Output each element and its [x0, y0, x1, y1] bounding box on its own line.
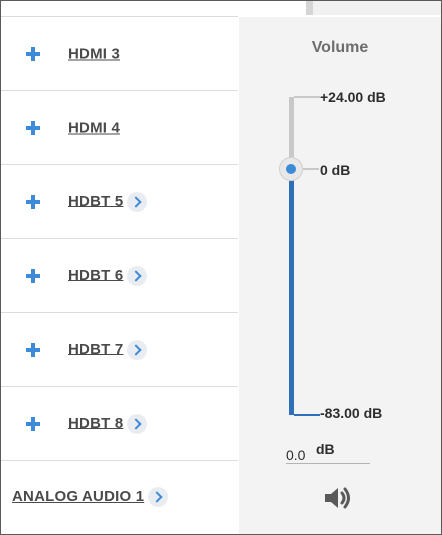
zero-tick: [301, 168, 319, 170]
input-link[interactable]: HDMI 3: [68, 45, 120, 62]
input-link[interactable]: HDBT 5: [68, 192, 123, 209]
max-tick: [294, 96, 320, 98]
volume-max-label: +24.00 dB: [320, 89, 386, 105]
top-strip: [1, 1, 441, 17]
volume-min-label: -83.00 dB: [320, 405, 383, 421]
top-panel-edge: [306, 1, 441, 15]
list-item-hdbt-5[interactable]: HDBT 5: [1, 165, 238, 239]
input-link[interactable]: HDMI 4: [68, 119, 120, 136]
volume-panel: Volume +24.00 dB 0 dB -83.00 dB 0.0 dB: [239, 17, 441, 534]
volume-track-filled[interactable]: [289, 169, 294, 415]
volume-zero-label: 0 dB: [320, 162, 351, 178]
volume-value[interactable]: 0.0: [286, 447, 305, 463]
input-link-wrap: HDBT 7: [68, 339, 148, 360]
input-link-wrap: ANALOG AUDIO 1: [12, 487, 169, 507]
plus-icon[interactable]: [26, 194, 40, 209]
input-link[interactable]: HDBT 7: [68, 340, 123, 357]
plus-icon[interactable]: [26, 120, 40, 135]
chevron-right-icon[interactable]: [127, 265, 148, 286]
speaker-icon[interactable]: [323, 485, 353, 511]
list-item-hdbt-7[interactable]: HDBT 7: [1, 313, 238, 387]
input-link-wrap: HDBT 5: [68, 191, 148, 212]
volume-slider-handle[interactable]: [279, 157, 303, 181]
plus-icon[interactable]: [26, 416, 40, 431]
list-item-hdbt-8[interactable]: HDBT 8: [1, 387, 238, 461]
plus-icon[interactable]: [26, 268, 40, 283]
min-tick: [294, 414, 320, 416]
plus-icon[interactable]: [26, 342, 40, 357]
list-item-hdmi-4[interactable]: HDMI 4: [1, 91, 238, 165]
plus-icon[interactable]: [26, 46, 40, 61]
list-item-hdbt-6[interactable]: HDBT 6: [1, 239, 238, 313]
input-link[interactable]: HDBT 8: [68, 414, 123, 431]
volume-value-field[interactable]: 0.0 dB: [286, 441, 370, 464]
list-item-hdmi-3[interactable]: HDMI 3: [1, 17, 238, 91]
audio-routing-window: HDMI 3 HDMI 4 HDBT 5 HDBT 6 HDBT 7 HDBT …: [0, 0, 442, 535]
input-link[interactable]: HDBT 6: [68, 266, 123, 283]
chevron-right-icon[interactable]: [127, 191, 148, 212]
volume-unit: dB: [316, 441, 335, 457]
volume-title: Volume: [311, 39, 369, 56]
input-link-wrap: HDBT 6: [68, 265, 148, 286]
chevron-right-icon[interactable]: [127, 339, 148, 360]
input-link-wrap: HDBT 8: [68, 413, 148, 434]
chevron-right-icon[interactable]: [127, 413, 148, 434]
list-item-analog-audio-1[interactable]: ANALOG AUDIO 1: [1, 461, 238, 533]
input-link[interactable]: ANALOG AUDIO 1: [12, 488, 144, 505]
input-list: HDMI 3 HDMI 4 HDBT 5 HDBT 6 HDBT 7 HDBT …: [1, 17, 238, 533]
chevron-right-icon[interactable]: [148, 487, 169, 507]
